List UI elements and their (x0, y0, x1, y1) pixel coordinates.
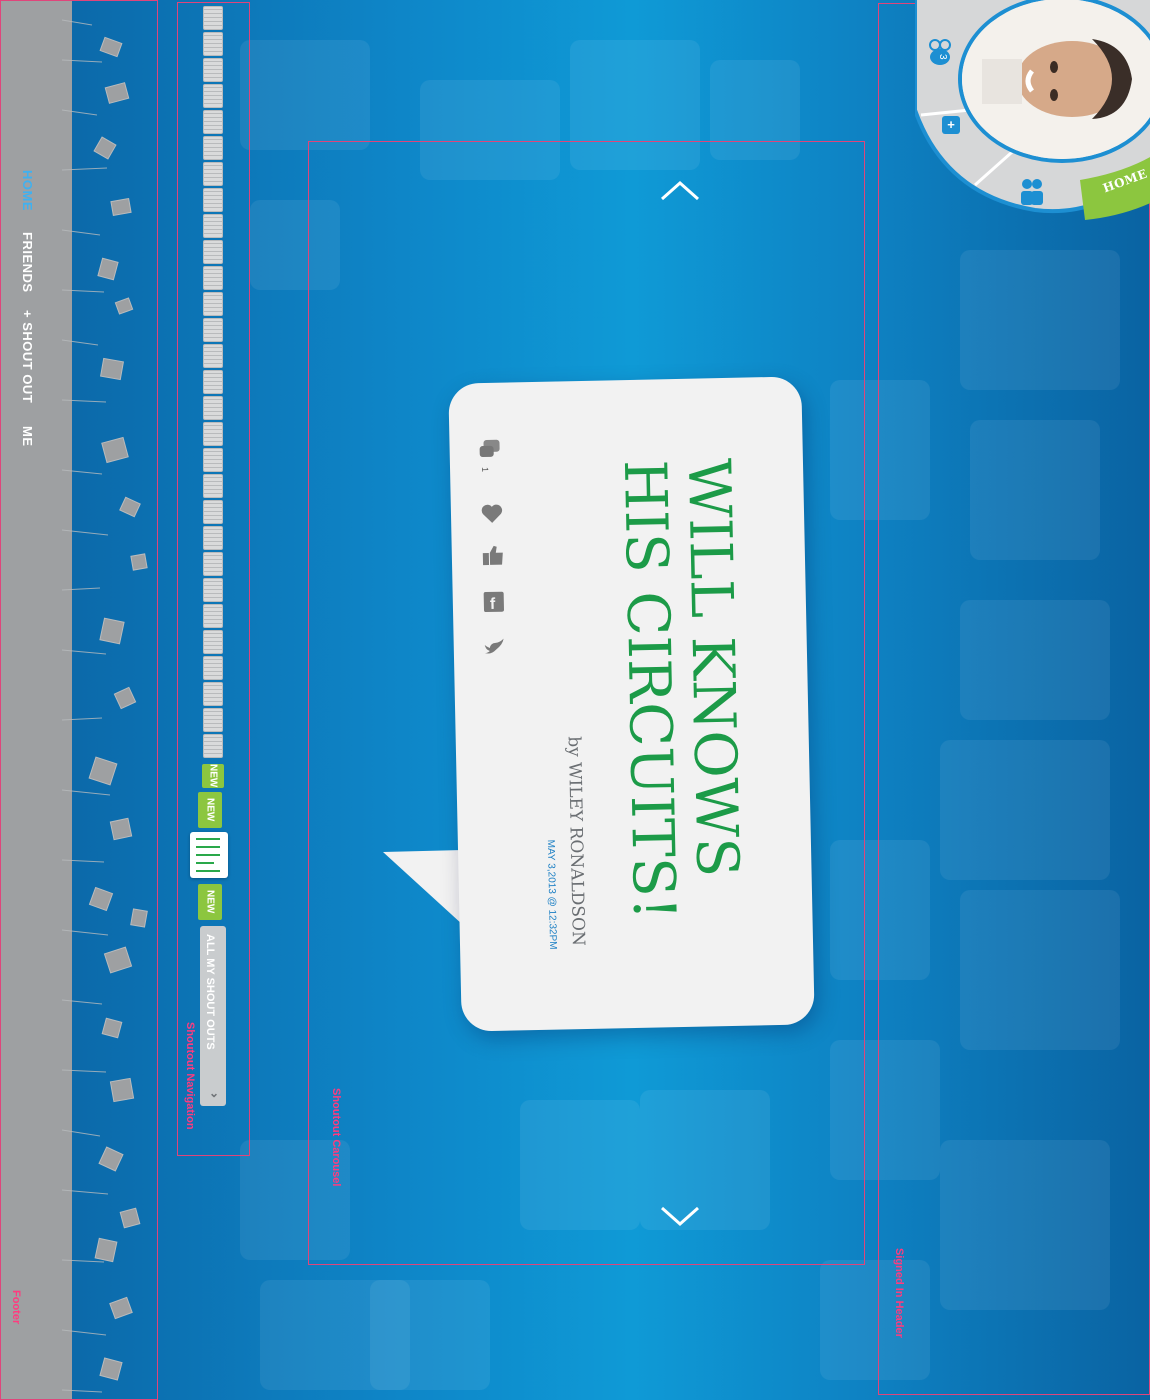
like-icon[interactable] (480, 543, 507, 570)
twitter-icon[interactable] (482, 635, 509, 662)
comment-count: 1 (480, 466, 491, 473)
header-annotation-label: Signed In Header (893, 1248, 905, 1338)
new-tag: NEW (198, 792, 222, 828)
shoutout-page-tick[interactable] (203, 318, 223, 342)
shoutout-page-tick[interactable] (203, 630, 223, 654)
heart-icon[interactable] (479, 501, 506, 528)
footer-nav-home[interactable]: HOME (20, 170, 35, 211)
footer: HOME FRIENDS + SHOUT OUT ME (0, 0, 155, 1400)
comment-icon[interactable] (477, 438, 504, 465)
facebook-icon[interactable]: f (481, 589, 508, 616)
grass-decoration (62, 19, 148, 1393)
avatar-photo (962, 0, 1150, 159)
shoutout-page-tick[interactable] (203, 500, 223, 524)
friends-badge: 3 (930, 49, 950, 65)
shoutout-page-tick[interactable] (203, 656, 223, 680)
footer-nav-friends[interactable]: FRIENDS (20, 232, 35, 293)
shoutout-date: MAY 3,2013 @ 12:32PM (544, 839, 559, 950)
new-tag: NEW (202, 764, 224, 788)
shoutout-page-tick[interactable] (203, 214, 223, 238)
footer-nav-me[interactable]: ME (20, 426, 35, 447)
shoutout-page-tick[interactable] (203, 578, 223, 602)
header-home-button[interactable]: HOME (1080, 150, 1150, 220)
shoutout-title: WILL KNOWS HIS CIRCUITS! (610, 457, 752, 921)
shoutout-nav-annotation-label: Shoutout Navigation (184, 1022, 196, 1130)
add-button[interactable]: + (942, 116, 960, 134)
new-tag: NEW (198, 884, 222, 920)
shoutout-page-tick[interactable] (203, 32, 223, 56)
chevron-down-icon: ⌄ (207, 1086, 221, 1100)
all-my-shout-outs-label: ALL MY SHOUT OUTS (204, 934, 216, 1050)
all-my-shout-outs-button[interactable]: ALL MY SHOUT OUTS ⌄ (200, 926, 226, 1106)
svg-text:f: f (490, 596, 496, 613)
selected-shoutout-page[interactable] (190, 832, 228, 878)
shoutout-author: by WILEY RONALDSON (563, 736, 589, 947)
shoutout-page-tick[interactable] (203, 84, 223, 108)
shoutout-page-tick[interactable] (203, 6, 223, 30)
shoutout-page-tick[interactable] (203, 136, 223, 160)
shoutout-page-tick[interactable] (203, 58, 223, 82)
carousel-down-arrow[interactable] (660, 1200, 700, 1230)
shoutout-page-tick[interactable] (203, 188, 223, 212)
shoutout-page-tick[interactable] (203, 422, 223, 446)
shoutout-page-tick[interactable] (203, 474, 223, 498)
shoutout-page-tick[interactable] (203, 552, 223, 576)
friends-menu-button[interactable] (1018, 176, 1046, 208)
shoutout-page-tick[interactable] (203, 266, 223, 290)
carousel-annotation-label: Shoutout Carousel (330, 1088, 342, 1187)
speech-bubble-tail (383, 850, 463, 925)
friends-notification-button[interactable]: 3 (925, 35, 955, 65)
shoutout-page-tick[interactable] (203, 370, 223, 394)
shoutout-page-tick[interactable] (203, 708, 223, 732)
shoutout-page-tick[interactable] (203, 734, 223, 758)
shoutout-page-tick[interactable] (203, 604, 223, 628)
shoutout-card[interactable]: WILL KNOWS HIS CIRCUITS! by WILEY RONALD… (448, 376, 815, 1032)
footer-nav-shout-out[interactable]: + SHOUT OUT (20, 310, 35, 403)
shoutout-page-tick[interactable] (203, 110, 223, 134)
shoutout-page-tick[interactable] (203, 162, 223, 186)
footer-annotation-label: Footer (10, 1290, 22, 1325)
carousel-up-arrow[interactable] (660, 177, 700, 207)
shoutout-page-tick[interactable] (203, 448, 223, 472)
shoutout-page-tick[interactable] (203, 396, 223, 420)
shoutout-page-tick[interactable] (203, 682, 223, 706)
shoutout-page-tick[interactable] (203, 344, 223, 368)
people-icon (1021, 179, 1043, 205)
shoutout-page-tick[interactable] (203, 526, 223, 550)
shoutout-page-tick[interactable] (203, 292, 223, 316)
shoutout-page-tick[interactable] (203, 240, 223, 264)
header-home-label: HOME (1101, 166, 1150, 196)
